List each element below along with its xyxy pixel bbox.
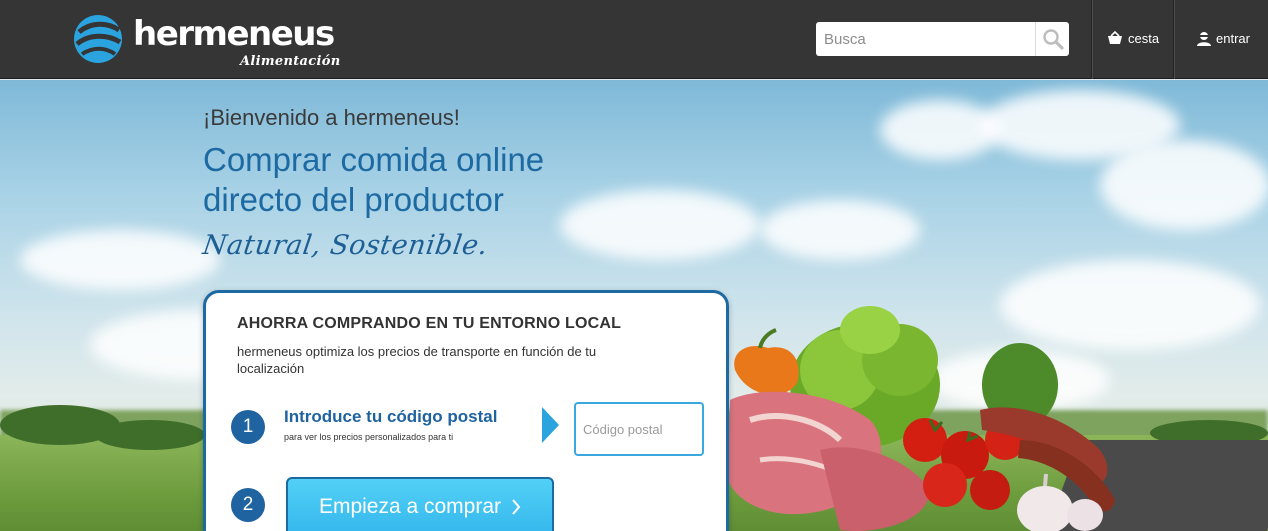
step-2-badge: 2 <box>231 488 265 522</box>
header-divider <box>1174 0 1175 79</box>
login-link[interactable]: entrar <box>1197 28 1250 48</box>
brand-subtitle: Alimentación <box>240 54 341 69</box>
card-description: hermeneus optimiza los precios de transp… <box>237 344 597 376</box>
search-input[interactable] <box>816 22 1034 56</box>
basket-icon <box>1108 31 1122 44</box>
arrow-right-icon <box>542 407 559 443</box>
top-header: hermeneus Alimentación cesta <box>0 0 1268 79</box>
hero-tagline: Natural, Sostenible. <box>200 230 490 261</box>
hermeneus-logo-icon <box>74 15 122 63</box>
start-shopping-button[interactable]: Empieza a comprar <box>286 477 554 531</box>
cloud <box>760 200 920 260</box>
welcome-heading: ¡Bienvenido a hermeneus! <box>203 105 460 130</box>
cart-label: cesta <box>1128 30 1160 46</box>
magnifier-icon <box>1042 29 1064 50</box>
chevron-right-icon <box>512 499 521 515</box>
cart-link[interactable]: cesta <box>1107 28 1159 48</box>
step-1-title: Introduce tu código postal <box>284 407 498 426</box>
card-title: AHORRA COMPRANDO EN TU ENTORNO LOCAL <box>237 315 622 332</box>
header-divider <box>1092 0 1093 79</box>
step-1-subtitle: para ver los precios personalizados para… <box>284 432 454 442</box>
brand-logo[interactable]: hermeneus Alimentación <box>73 12 343 76</box>
login-label: entrar <box>1216 30 1250 46</box>
hero-headline: Comprar comida online directo del produc… <box>203 141 545 218</box>
local-shopping-card: AHORRA COMPRANDO EN TU ENTORNO LOCAL her… <box>203 290 729 531</box>
cloud <box>20 230 220 290</box>
search-button[interactable] <box>1035 22 1069 56</box>
hero-banner: ¡Bienvenido a hermeneus! Comprar comida … <box>0 80 1268 531</box>
brand-name: hermeneus <box>133 14 335 54</box>
tree-line <box>95 420 205 450</box>
cloud <box>1100 140 1268 230</box>
search-box <box>816 22 1069 56</box>
step-1-badge: 1 <box>231 410 265 444</box>
postal-code-input[interactable] <box>574 402 704 456</box>
user-icon <box>1197 31 1211 46</box>
fresh-food-illustration <box>728 306 1115 531</box>
start-shopping-label: Empieza a comprar <box>318 495 502 518</box>
